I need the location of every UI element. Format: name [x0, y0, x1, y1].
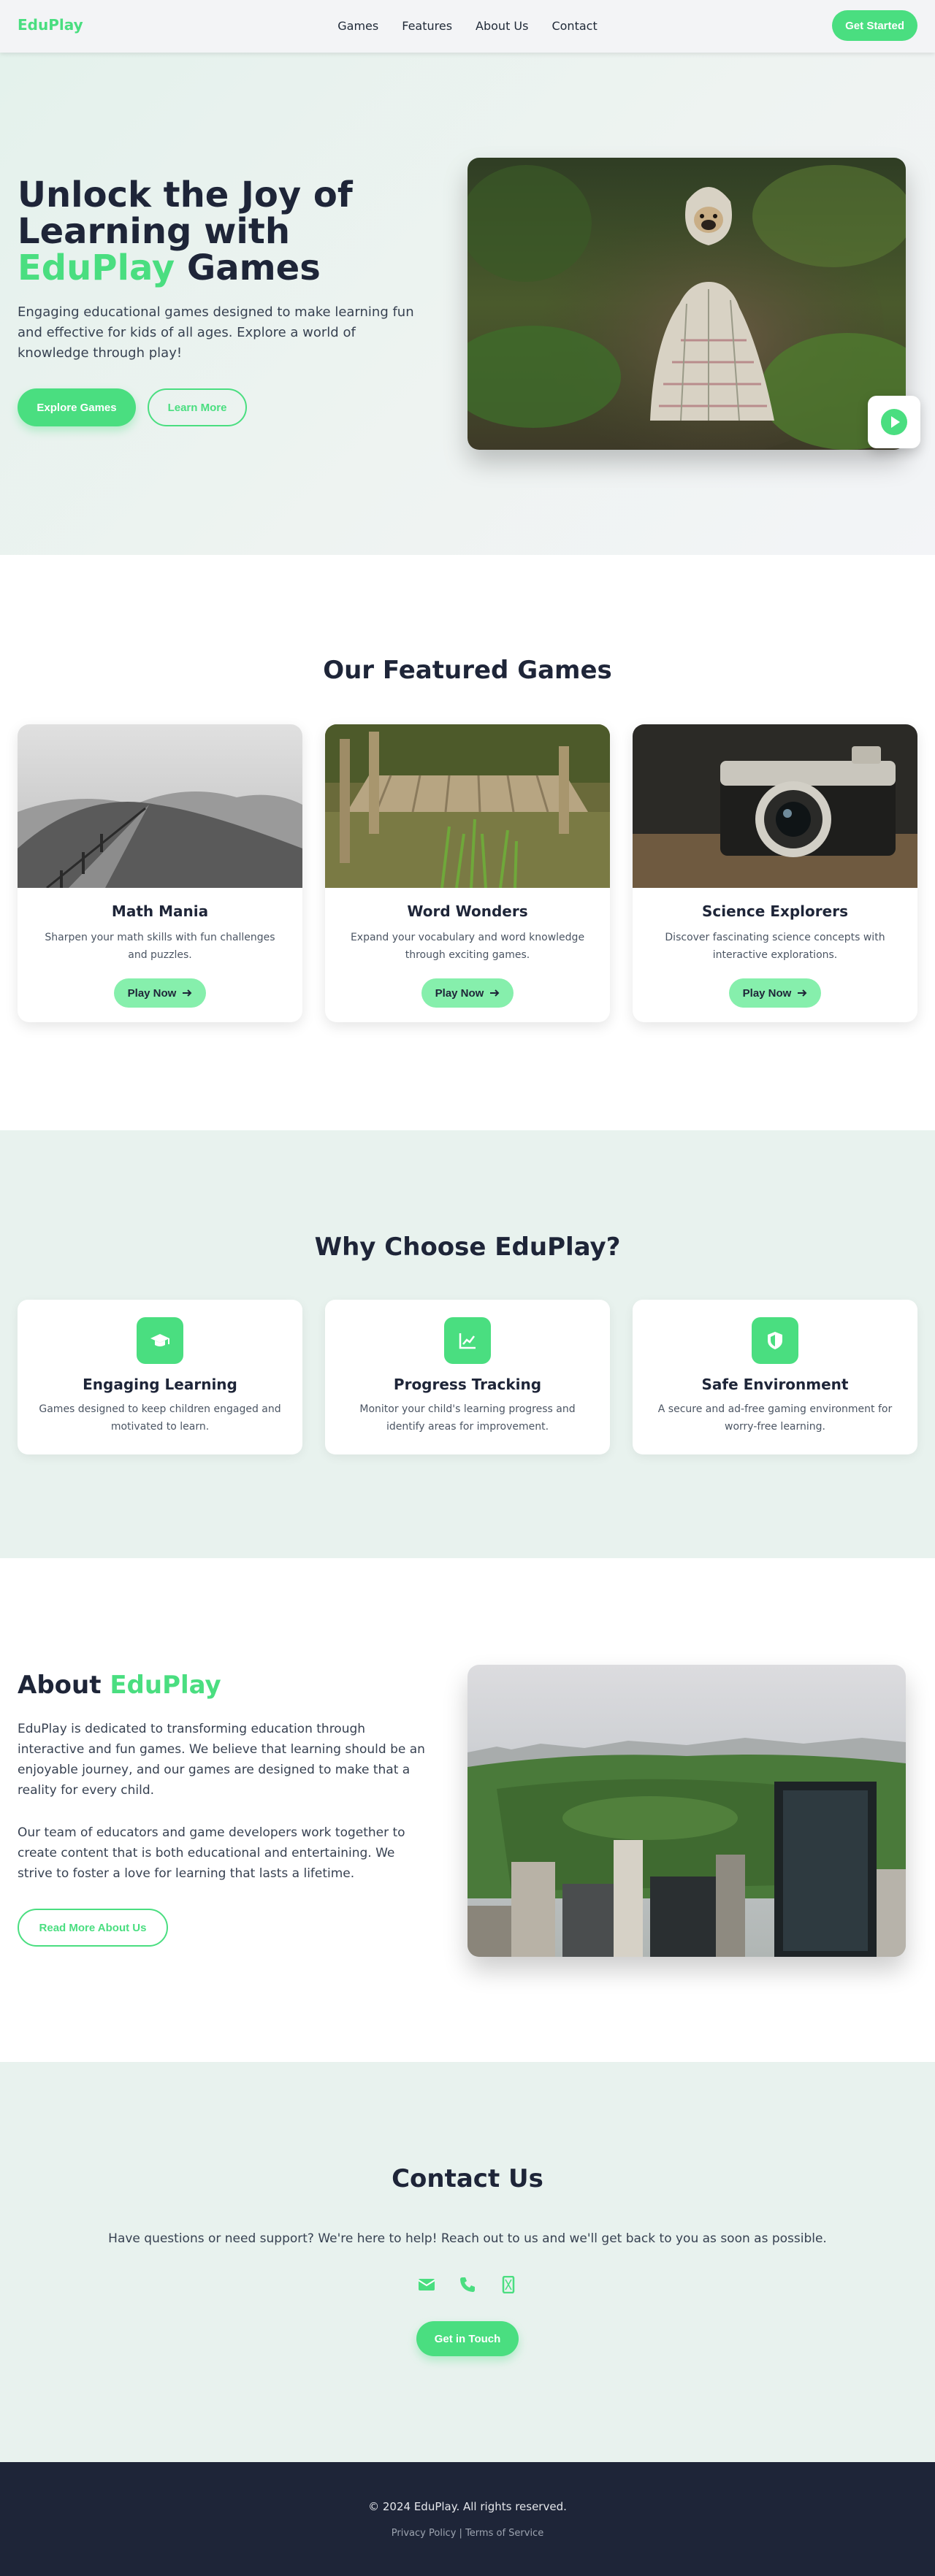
hero-title-accent: EduPlay	[18, 248, 175, 288]
footer-links: Privacy Policy | Terms of Service	[0, 2528, 935, 2539]
game-card-word-wonders: Word Wonders Expand your vocabulary and …	[325, 724, 610, 1022]
about-image-city-park	[468, 1665, 906, 1957]
feature-title: Progress Tracking	[393, 1376, 542, 1393]
chart-line-icon	[444, 1317, 491, 1364]
mobile-icon[interactable]	[499, 2275, 518, 2294]
read-more-about-us-button[interactable]: Read More About Us	[18, 1909, 168, 1947]
hero-title-part1: Unlock the Joy of Learning with	[18, 175, 353, 252]
game-title: Math Mania	[111, 902, 209, 920]
footer-separator: |	[459, 2528, 462, 2539]
contact-lead-text: Have questions or need support? We're he…	[108, 2231, 827, 2246]
about-title: About EduPlay	[18, 1671, 221, 1700]
feature-card-engaging-learning: Engaging Learning Games designed to keep…	[18, 1300, 302, 1454]
about-paragraph-1: EduPlay is dedicated to transforming edu…	[18, 1722, 425, 1798]
play-circle-icon	[881, 409, 907, 435]
explore-games-button[interactable]: Explore Games	[18, 388, 136, 426]
play-now-button[interactable]: Play Now	[729, 978, 821, 1008]
game-card-math-mania: Math Mania Sharpen your math skills with…	[18, 724, 302, 1022]
feature-description: A secure and ad-free gaming environment …	[657, 1403, 893, 1433]
phone-icon[interactable]	[458, 2275, 477, 2294]
nav-link-about-us[interactable]: About Us	[476, 19, 528, 33]
why-choose-section: Why Choose EduPlay? Engaging Learning Ga…	[0, 1130, 935, 1558]
feature-description: Games designed to keep children engaged …	[39, 1403, 281, 1433]
nav-link-games[interactable]: Games	[337, 19, 378, 33]
contact-icons	[0, 2275, 935, 2294]
envelope-icon[interactable]	[417, 2275, 436, 2294]
nav-links: Games Features About Us Contact	[0, 19, 935, 33]
play-now-label: Play Now	[127, 986, 177, 1000]
copyright-text: © 2024 EduPlay. All rights reserved.	[368, 2500, 567, 2513]
play-now-button[interactable]: Play Now	[114, 978, 206, 1008]
hero-section: Unlock the Joy of Learning with EduPlay …	[0, 53, 935, 555]
game-description: Sharpen your math skills with fun challe…	[45, 932, 275, 961]
about-section: About EduPlay EduPlay is dedicated to tr…	[0, 1558, 935, 2062]
why-choose-title: Why Choose EduPlay?	[314, 1233, 621, 1262]
nav-link-contact[interactable]: Contact	[552, 19, 597, 33]
hero-image-pug-in-blanket	[468, 158, 906, 450]
get-in-touch-button[interactable]: Get in Touch	[416, 2321, 519, 2356]
shield-icon	[752, 1317, 798, 1364]
about-paragraph-2: Our team of educators and game developer…	[18, 1825, 405, 1881]
contact-title: Contact Us	[392, 2164, 543, 2193]
game-title: Word Wonders	[407, 902, 528, 920]
feature-card-progress-tracking: Progress Tracking Monitor your child's l…	[325, 1300, 610, 1454]
get-started-button[interactable]: Get Started	[832, 10, 917, 41]
play-video-button[interactable]	[868, 396, 920, 448]
learn-more-button[interactable]: Learn More	[148, 388, 247, 426]
arrow-right-icon	[798, 989, 807, 997]
math-mania-image	[18, 724, 302, 888]
about-title-part1: About	[18, 1671, 110, 1700]
word-wonders-image	[325, 724, 610, 888]
privacy-policy-link[interactable]: Privacy Policy	[392, 2528, 457, 2539]
arrow-right-icon	[183, 989, 192, 997]
about-title-accent: EduPlay	[110, 1671, 221, 1700]
nav-link-features[interactable]: Features	[402, 19, 452, 33]
feature-card-safe-environment: Safe Environment A secure and ad-free ga…	[633, 1300, 917, 1454]
top-navbar: EduPlay Games Features About Us Contact …	[0, 0, 935, 53]
game-card-science-explorers: Science Explorers Discover fascinating s…	[633, 724, 917, 1022]
feature-title: Safe Environment	[701, 1376, 849, 1393]
science-explorers-image	[633, 724, 917, 888]
game-title: Science Explorers	[702, 902, 848, 920]
terms-of-service-link[interactable]: Terms of Service	[465, 2528, 543, 2539]
featured-games-section: Our Featured Games Math Mania Sharpen yo…	[0, 555, 935, 1130]
play-now-label: Play Now	[435, 986, 484, 1000]
game-description: Discover fascinating science concepts wi…	[665, 932, 885, 961]
hero-title: Unlock the Joy of Learning with EduPlay …	[18, 177, 456, 286]
game-description: Expand your vocabulary and word knowledg…	[350, 932, 585, 961]
feature-description: Monitor your child's learning progress a…	[359, 1403, 576, 1433]
graduation-cap-icon	[137, 1317, 183, 1364]
featured-games-title: Our Featured Games	[323, 656, 612, 685]
play-now-label: Play Now	[742, 986, 792, 1000]
hero-title-part2: Games	[175, 248, 321, 288]
arrow-right-icon	[490, 989, 500, 997]
play-now-button[interactable]: Play Now	[421, 978, 514, 1008]
contact-section: Contact Us Have questions or need suppor…	[0, 2062, 935, 2462]
hero-subtitle: Engaging educational games designed to m…	[18, 304, 414, 361]
footer: © 2024 EduPlay. All rights reserved. Pri…	[0, 2462, 935, 2576]
feature-title: Engaging Learning	[83, 1376, 237, 1393]
